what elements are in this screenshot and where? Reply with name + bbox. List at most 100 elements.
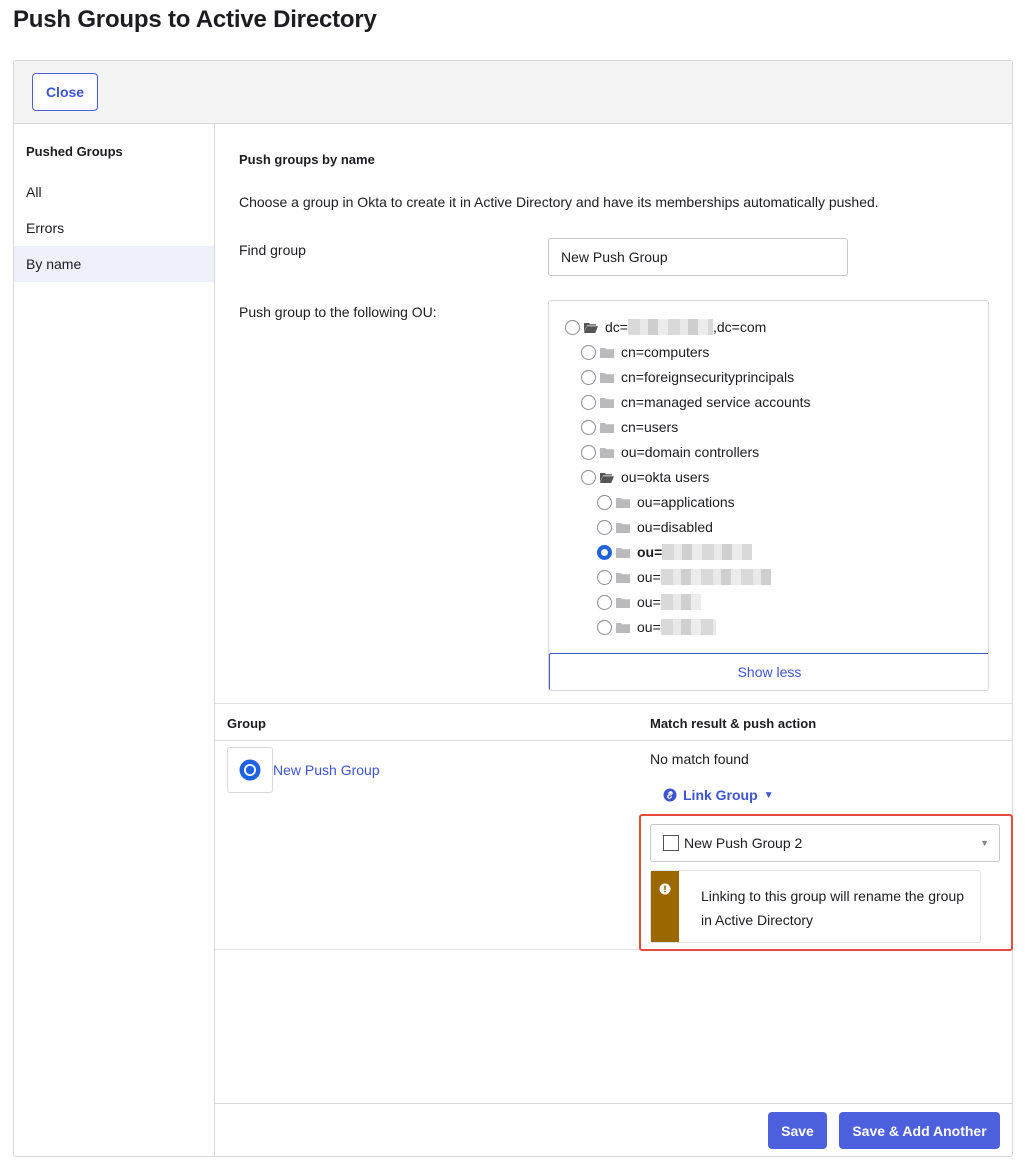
radio-icon[interactable] [581, 469, 596, 485]
ou-tree-node-label: cn=users [621, 419, 679, 435]
ou-tree-node-label: ou=applications [637, 494, 735, 510]
radio-icon[interactable] [581, 369, 596, 385]
ou-tree-node[interactable]: ou=okta users [581, 466, 709, 488]
find-group-label: Find group [239, 242, 306, 258]
ou-tree-node-label: ou= [637, 569, 661, 585]
redacted-text [662, 544, 753, 560]
ou-tree-node-label: dc= [605, 319, 628, 335]
description-text: Choose a group in Okta to create it in A… [239, 194, 879, 210]
column-header-group: Group [227, 716, 266, 731]
radio-icon[interactable] [581, 394, 596, 410]
section-title: Push groups by name [239, 152, 375, 167]
folder-closed-icon [600, 422, 621, 433]
sidebar-item-label: All [26, 184, 42, 200]
folder-closed-icon [616, 497, 637, 508]
footer: Save Save & Add Another [215, 1103, 1012, 1156]
save-add-another-button[interactable]: Save & Add Another [839, 1112, 1000, 1149]
redacted-text [660, 569, 771, 585]
group-name-link[interactable]: New Push Group [273, 762, 380, 778]
warning-callout: Linking to this group will rename the gr… [650, 870, 981, 943]
sidebar-item-label: Errors [26, 220, 65, 236]
folder-closed-icon [600, 397, 621, 408]
radio-icon[interactable] [597, 544, 612, 560]
sidebar-item-errors[interactable]: Errors [14, 210, 214, 246]
group-icon [227, 747, 273, 793]
link-group-dropdown[interactable]: Link Group ▼ [663, 787, 774, 803]
table-header: Group Match result & push action [215, 703, 1012, 741]
radio-icon[interactable] [581, 419, 596, 435]
find-group-input[interactable] [548, 238, 848, 276]
ou-tree-node-label: ou=okta users [621, 469, 710, 485]
radio-icon[interactable] [581, 444, 596, 460]
checkbox-icon[interactable] [663, 835, 679, 851]
sidebar-item-all[interactable]: All [14, 174, 214, 210]
ou-tree-node-label: cn=managed service accounts [621, 394, 811, 410]
radio-icon[interactable] [597, 494, 612, 510]
redacted-text [627, 319, 713, 335]
column-header-match: Match result & push action [650, 716, 817, 731]
ou-label: Push group to the following OU: [239, 304, 437, 320]
folder-closed-icon [616, 522, 637, 533]
folder-closed-icon [600, 347, 621, 358]
main-panel: Push groups by name Choose a group in Ok… [215, 124, 1013, 1156]
ou-tree-node[interactable]: cn=managed service accounts [581, 391, 811, 413]
select-arrow-icon: ▼ [980, 838, 989, 848]
ou-tree-node-label: ou=domain controllers [621, 444, 760, 460]
ou-tree-node[interactable]: ou= [597, 541, 753, 563]
selected-group-label: New Push Group 2 [684, 835, 803, 851]
ou-tree-node-suffix: ,dc=com [712, 319, 767, 335]
redacted-text [660, 619, 716, 635]
group-icon-graphic [239, 759, 261, 781]
ou-tree-node[interactable]: cn=computers [581, 341, 709, 363]
sidebar-heading: Pushed Groups [26, 144, 123, 159]
show-less-button[interactable]: Show less [549, 653, 988, 690]
radio-icon[interactable] [581, 344, 596, 360]
ou-tree-node[interactable]: cn=foreignsecurityprincipals [581, 366, 794, 388]
page-title: Push Groups to Active Directory [13, 6, 377, 33]
save-button[interactable]: Save [768, 1112, 827, 1149]
ou-tree-node[interactable]: ou= [597, 566, 771, 588]
ou-tree-node[interactable]: ou= [597, 591, 701, 613]
ou-tree-node-label: ou=disabled [637, 519, 713, 535]
ou-tree-node-label: ou= [637, 594, 661, 610]
match-result: No match found [650, 751, 749, 767]
radio-icon[interactable] [597, 569, 612, 585]
ou-tree-node[interactable]: ou= [597, 616, 716, 638]
ou-tree-node[interactable]: ou=applications [597, 491, 735, 513]
folder-closed-icon [616, 622, 637, 633]
redacted-text [660, 594, 701, 610]
warning-bar [651, 871, 679, 942]
folder-open-icon [584, 322, 605, 333]
folder-closed-icon [600, 372, 621, 383]
sidebar-item-by-name[interactable]: By name [14, 246, 214, 282]
folder-closed-icon [616, 547, 637, 558]
radio-icon[interactable] [597, 619, 612, 635]
group-select[interactable]: New Push Group 2 ▼ [650, 824, 1000, 862]
warning-text: Linking to this group will rename the gr… [701, 888, 965, 928]
folder-closed-icon [616, 597, 637, 608]
link-group-label: Link Group [683, 787, 758, 803]
radio-icon[interactable] [597, 519, 612, 535]
folder-closed-icon [616, 572, 637, 583]
modal-header: Close [14, 61, 1012, 124]
ou-tree-node[interactable]: ou=disabled [597, 516, 713, 538]
ou-tree-node-label: ou= [637, 544, 663, 560]
ou-tree-node[interactable]: cn=users [581, 416, 678, 438]
radio-icon[interactable] [565, 319, 580, 335]
ou-tree-node[interactable]: ou=domain controllers [581, 441, 759, 463]
sidebar-item-label: By name [26, 256, 82, 272]
close-button[interactable]: Close [32, 73, 98, 111]
push-groups-modal: Close Pushed Groups All Errors By name P… [13, 60, 1013, 1157]
ou-tree-node-label: ou= [637, 619, 661, 635]
caret-down-icon: ▼ [763, 789, 774, 801]
ou-tree: dc= ,dc=com cn=computers cn=foreignsecurity… [548, 300, 989, 691]
sidebar: Pushed Groups All Errors By name [14, 124, 215, 1156]
warning-icon [659, 883, 671, 895]
folder-open-icon [600, 472, 621, 483]
radio-icon[interactable] [597, 594, 612, 610]
ou-tree-node-label: cn=foreignsecurityprincipals [621, 369, 795, 385]
folder-closed-icon [600, 447, 621, 458]
ou-tree-node-label: cn=computers [621, 344, 710, 360]
link-icon [663, 788, 677, 802]
ou-tree-node[interactable]: dc= ,dc=com [565, 316, 766, 338]
